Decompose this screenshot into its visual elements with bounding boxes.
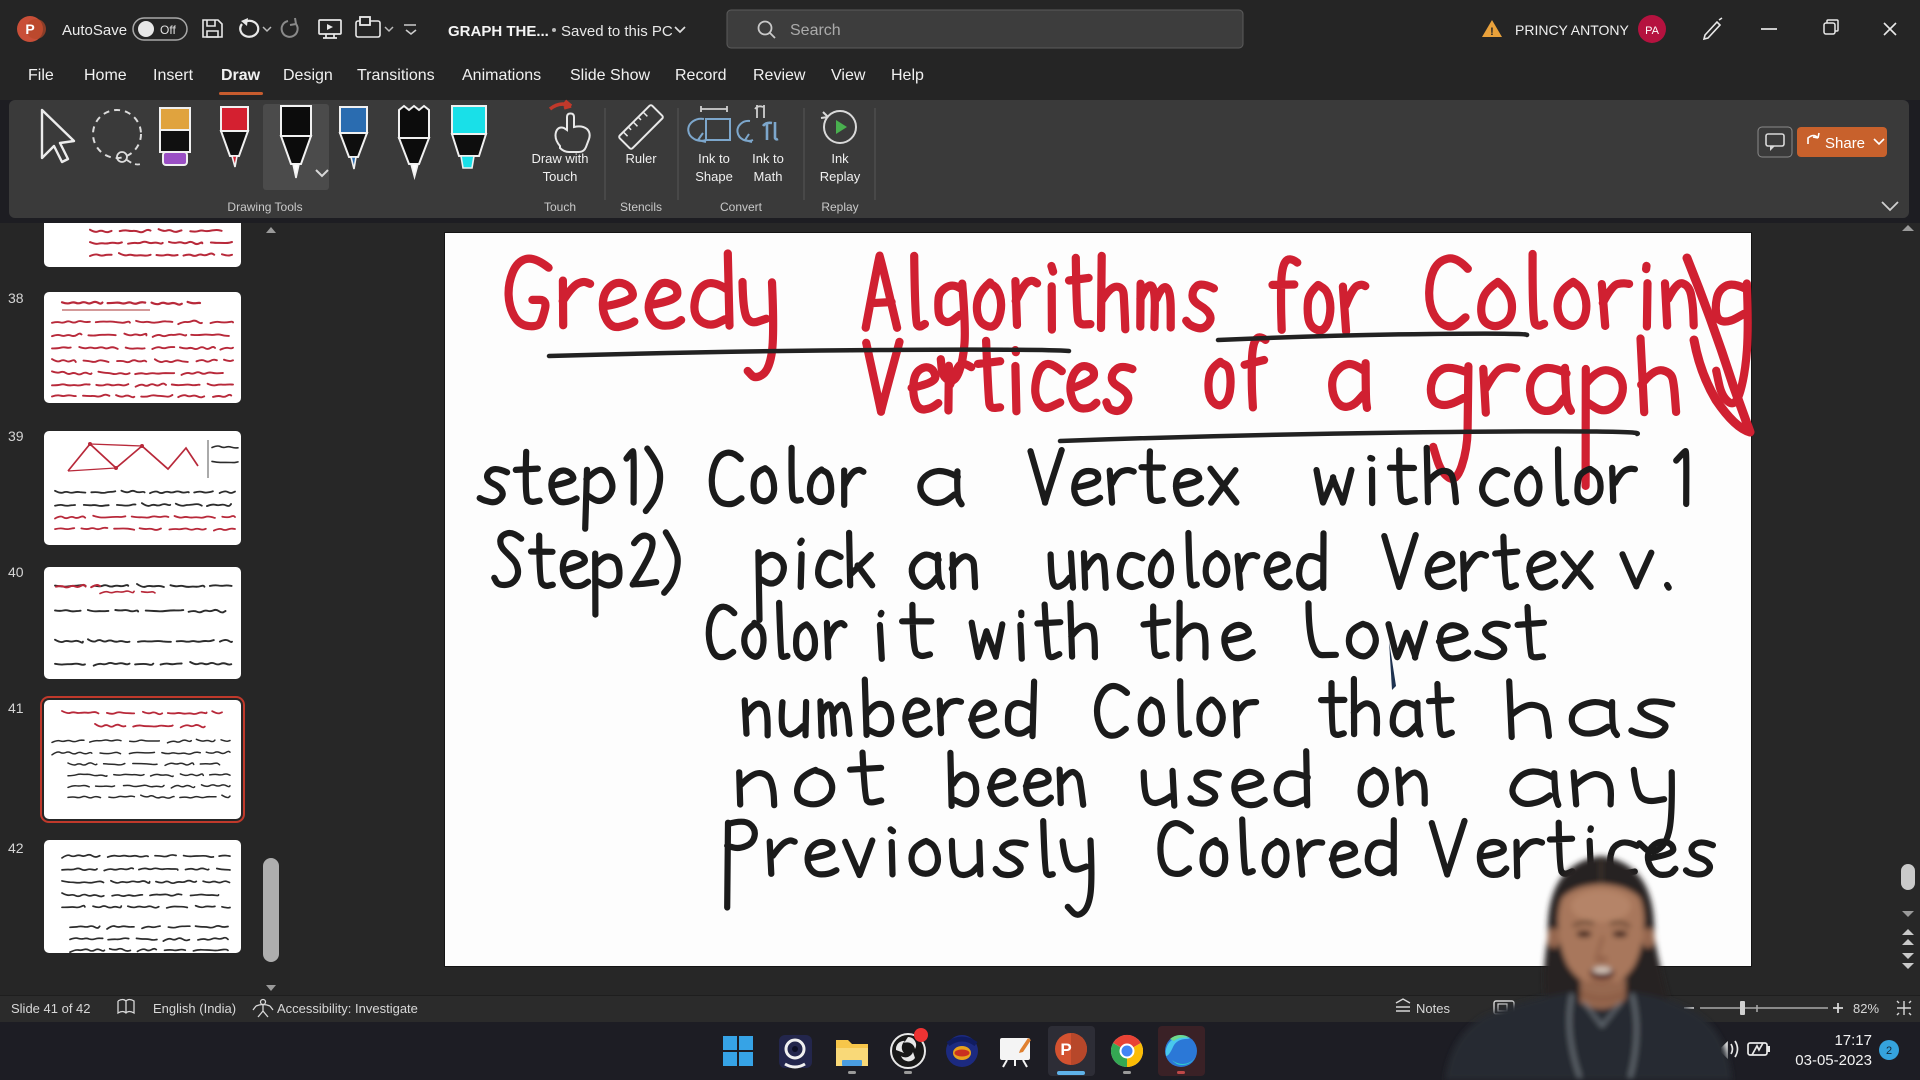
svg-text:2: 2 [1886,1045,1892,1057]
svg-text:03-05-2023: 03-05-2023 [1795,1052,1872,1069]
svg-text:Accessibility: Investigate: Accessibility: Investigate [277,1001,418,1016]
svg-text:English (India): English (India) [153,1001,236,1016]
svg-text:P: P [1060,1040,1071,1059]
svg-text:82%: 82% [1853,1001,1879,1016]
svg-text:Slide 41 of 42: Slide 41 of 42 [11,1001,91,1016]
svg-text:17:17: 17:17 [1834,1032,1872,1049]
